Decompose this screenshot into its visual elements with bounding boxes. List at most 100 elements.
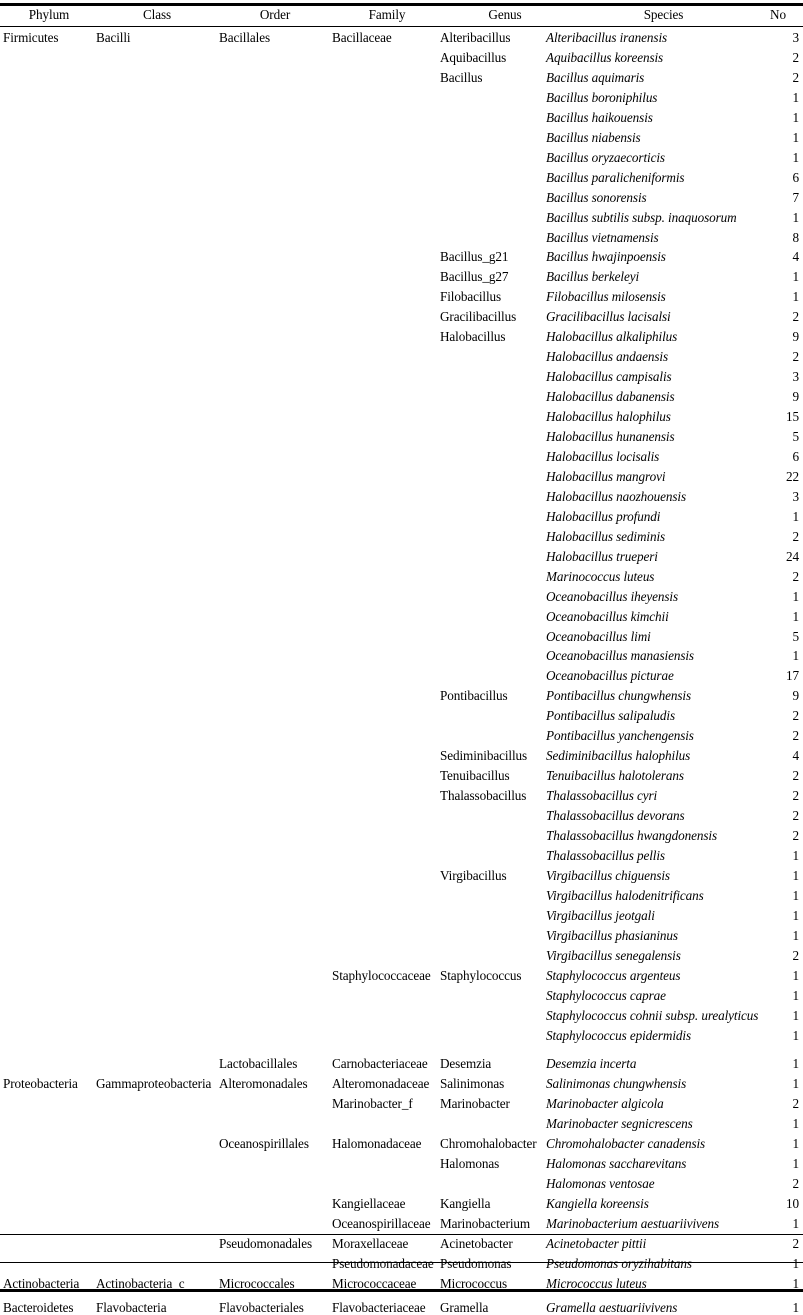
cell-species: Staphylococcus argenteus: [546, 967, 681, 983]
cell-no: 1: [792, 927, 800, 943]
cell-genus: Thalassobacillus: [440, 788, 527, 804]
cell-family: Halomonadaceae: [332, 1136, 422, 1152]
cell-species: Thalassobacillus devorans: [546, 808, 685, 824]
cell-genus: Virgibacillus: [440, 867, 507, 883]
column-header-no: No: [770, 7, 786, 22]
cell-no: 1: [792, 209, 800, 225]
cell-species: Micrococcus luteus: [546, 1275, 647, 1291]
cell-genus: Desemzia: [440, 1056, 492, 1072]
cell-family: Staphylococcaceae: [332, 967, 431, 983]
cell-species: Acinetobacter pittii: [546, 1236, 647, 1251]
cell-no: 7: [792, 189, 800, 205]
cell-genus: Gramella: [440, 1299, 489, 1315]
cell-species: Pontibacillus yanchengensis: [546, 728, 694, 744]
taxonomy-table: Phylum Class Order Family Genus Species No Fir…: [0, 0, 803, 1314]
cell-genus: Halobacillus: [440, 329, 506, 345]
cell-no: 2: [792, 349, 800, 365]
cell-no: 2: [792, 1176, 800, 1192]
cell-species: Bacillus haikouensis: [546, 109, 653, 125]
cell-no: 4: [792, 748, 800, 764]
cell-family: Marinobacter_f: [332, 1096, 413, 1112]
cell-no: 2: [792, 947, 800, 963]
cell-no: 5: [792, 429, 800, 444]
column-header-family: Family: [368, 7, 406, 22]
cell-no: 1: [792, 269, 800, 285]
cell-no: 1: [792, 887, 800, 903]
cell-no: 1: [792, 1156, 800, 1172]
cell-no: 1: [792, 1136, 800, 1152]
cell-species: Halomonas ventosae: [546, 1176, 655, 1192]
cell-family: Carnobacteriaceae: [332, 1056, 428, 1072]
cell-no: 4: [792, 249, 800, 265]
cell-genus: Kangiella: [440, 1196, 491, 1212]
cell-no: 1: [792, 1076, 800, 1092]
cell-species: Marinococcus luteus: [546, 568, 655, 584]
cell-species: Bacillus boroniphilus: [546, 89, 658, 105]
cell-no: 15: [786, 409, 799, 425]
cell-class: Gammaproteobacteria: [96, 1076, 212, 1092]
actinobacteria-separator-rule: [0, 1234, 803, 1235]
cell-no: 9: [792, 688, 800, 704]
cell-species: Chromohalobacter canadensis: [546, 1136, 706, 1152]
cell-no: 17: [786, 668, 799, 684]
cell-no: 2: [792, 1096, 800, 1112]
cell-no: 2: [792, 708, 800, 724]
cell-genus: Marinobacterium: [440, 1216, 531, 1232]
cell-species: Virgibacillus halodenitrificans: [546, 887, 704, 903]
cell-species: Salinimonas chungwhensis: [546, 1076, 687, 1092]
cell-species: Thalassobacillus hwangdonensis: [546, 828, 718, 843]
cell-no: 1: [792, 1299, 800, 1315]
cell-no: 1: [792, 89, 800, 105]
cell-no: 1: [792, 588, 800, 604]
cell-no: 1: [792, 1116, 800, 1132]
cell-species: Halobacillus hunanensis: [546, 429, 675, 444]
cell-no: 1: [792, 967, 800, 983]
cell-species: Thalassobacillus pellis: [546, 847, 665, 863]
cell-species: Virgibacillus senegalensis: [546, 947, 681, 963]
cell-species: Sediminibacillus halophilus: [546, 748, 691, 764]
cell-species: Oceanobacillus picturae: [546, 668, 674, 684]
cell-no: 1: [792, 987, 800, 1003]
column-header-phylum: Phylum: [28, 7, 70, 22]
cell-no: 1: [792, 289, 800, 305]
cell-no: 2: [792, 49, 800, 65]
cell-species: Halobacillus campisalis: [546, 369, 672, 385]
cell-species: Oceanobacillus manasiensis: [546, 648, 694, 664]
cell-no: 1: [792, 149, 800, 165]
cell-no: 1: [792, 1216, 800, 1232]
cell-family: Oceanospirillaceae: [332, 1216, 431, 1232]
cell-phylum: Bacteroidetes: [3, 1299, 74, 1315]
cell-species: Virgibacillus phasianinus: [546, 927, 678, 943]
cell-genus: Pseudomonas: [440, 1255, 512, 1271]
cell-species: Gracilibacillus lacisalsi: [546, 309, 671, 325]
cell-genus: Staphylococcus: [440, 967, 522, 983]
cell-no: 2: [792, 808, 800, 824]
cell-genus: Marinobacter: [440, 1096, 510, 1112]
cell-species: Pseudomonas oryzihabitans: [546, 1255, 692, 1271]
cell-species: Gramella aestuariivivens: [546, 1299, 678, 1315]
cell-no: 9: [792, 329, 800, 345]
cell-species: Bacillus oryzaecorticis: [546, 149, 665, 165]
cell-no: 22: [786, 468, 799, 484]
cell-no: 8: [792, 229, 800, 245]
cell-species: Marinobacterium aestuariivivens: [546, 1216, 720, 1232]
cell-no: 2: [792, 528, 800, 544]
cell-genus: Salinimonas: [440, 1076, 505, 1092]
cell-phylum: Actinobacteria: [3, 1275, 80, 1291]
cell-species: Marinobacter segnicrescens: [546, 1116, 693, 1132]
cell-no: 1: [792, 109, 800, 125]
cell-species: Pontibacillus chungwhensis: [546, 688, 692, 704]
cell-no: 5: [792, 628, 800, 644]
cell-no: 2: [792, 309, 800, 325]
cell-order: Flavobacteriales: [219, 1299, 304, 1315]
cell-genus: Micrococcus: [440, 1275, 508, 1291]
cell-no: 1: [792, 129, 800, 145]
cell-family: Flavobacteriaceae: [332, 1299, 426, 1315]
cell-species: Halomonas saccharevitans: [546, 1156, 687, 1172]
cell-species: Virgibacillus chiguensis: [546, 867, 670, 883]
cell-order: Pseudomonadales: [219, 1236, 312, 1251]
cell-class: Bacilli: [96, 30, 131, 45]
cell-genus: Filobacillus: [440, 289, 502, 305]
cell-species: Staphylococcus epidermidis: [546, 1027, 691, 1043]
cell-no: 3: [792, 30, 800, 45]
